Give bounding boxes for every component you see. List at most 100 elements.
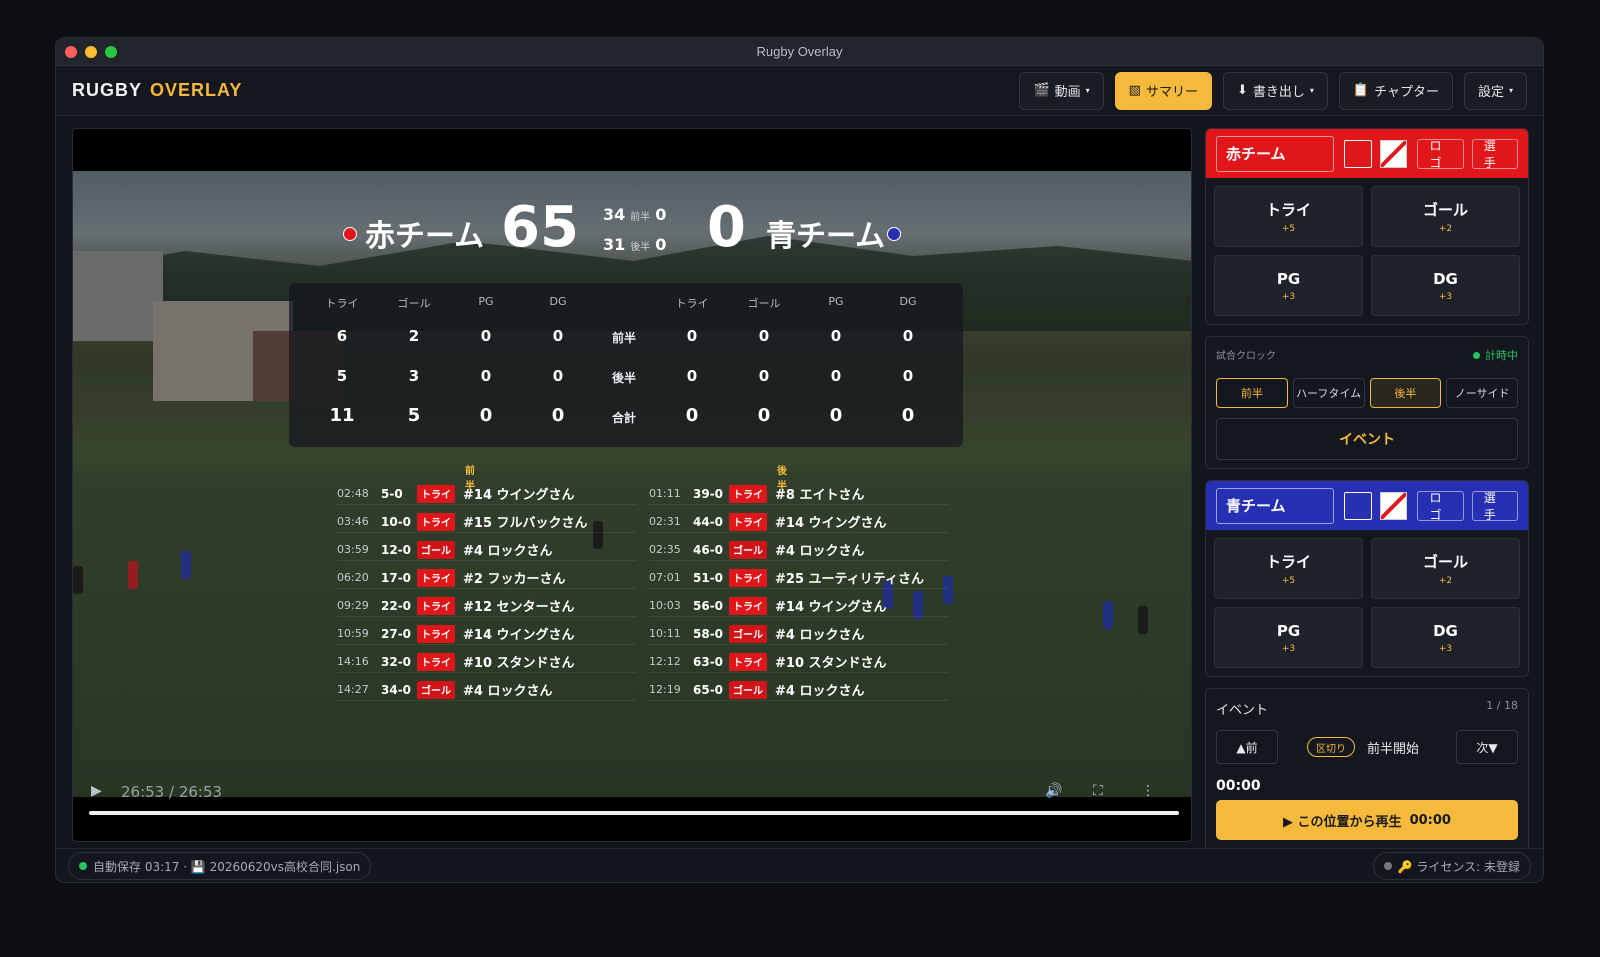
away-team-name-input[interactable]: 青チーム [1216,487,1334,524]
close-window-button[interactable] [65,46,77,58]
timeline-event[interactable]: 10:11 58-0 ゴール #4 ロックさん [649,623,949,645]
timeline-event-time: 06:20 [337,571,369,584]
away-score-button-0[interactable]: トライ +5 [1214,538,1363,599]
timeline-event-type: ゴール [417,680,455,699]
video-frame: 赤チーム 65 34 前半 0 31 後半 0 0 青チーム トライ トライ ゴール ゴール P… [73,171,1191,797]
timeline-event-time: 10:11 [649,627,681,640]
home-score-button-1[interactable]: ゴール +2 [1371,186,1520,247]
home-score: 65 [501,195,579,260]
stats-cell: 0 [758,327,770,345]
away-score-button-3[interactable]: DG +3 [1371,607,1520,668]
running-indicator-icon [1473,351,1480,359]
maximize-window-button[interactable] [105,46,117,58]
volume-icon[interactable]: 🔊 [1045,783,1062,799]
timeline-event-time: 07:01 [649,571,681,584]
timeline-event[interactable]: 10:03 56-0 トライ #14 ウイングさん [649,595,949,617]
video-player[interactable]: 赤チーム 65 34 前半 0 31 後半 0 0 青チーム トライ トライ ゴール ゴール P… [72,128,1192,842]
timeline-event-score: 58-0 [693,626,724,641]
home-logo-button[interactable]: ロゴ [1417,138,1464,170]
toolbar-label: 動画 [1054,85,1081,100]
clock-title: 試合クロック [1216,351,1276,362]
phase-button-0[interactable]: 前半 [1216,378,1288,408]
home-team-card: 赤チーム ロゴ 選手 トライ +5 ゴール +2 PG +3 DG +3 [1205,128,1529,325]
timeline-event[interactable]: 02:48 5-0 トライ #14 ウイングさん [337,483,637,505]
stats-cell: 5 [336,367,348,385]
home-team-name-input[interactable]: 赤チーム [1216,135,1334,172]
phase-button-1[interactable]: ハーフタイム [1292,378,1365,408]
minimize-window-button[interactable] [85,46,97,58]
score-button-points: +2 [1438,576,1453,586]
timeline-event[interactable]: 02:35 46-0 ゴール #4 ロックさん [649,539,949,561]
home-score-button-0[interactable]: トライ +5 [1214,186,1363,247]
home-score-button-3[interactable]: DG +3 [1371,255,1520,316]
license-status[interactable]: 🔑 ライセンス: 未登録 [1372,852,1531,880]
toolbar-icon: ▧ [1128,83,1141,98]
away-score-button-2[interactable]: PG +3 [1214,607,1363,668]
home-score-button-2[interactable]: PG +3 [1214,255,1363,316]
timeline-event[interactable]: 12:19 65-0 ゴール #4 ロックさん [649,679,949,701]
app-window: Rugby Overlay RUGBY OVERLAY 🎬 動画 ▾ ▧ サマリー ⬇ 書き出… [55,37,1544,883]
more-options-icon[interactable]: ⋮ [1141,783,1155,799]
timeline-event-time: 12:19 [649,683,681,696]
play-icon[interactable]: ▶ [91,783,102,799]
timeline-event[interactable]: 06:20 17-0 トライ #2 フッカーさん [337,567,637,589]
timeline-event[interactable]: 02:31 44-0 トライ #14 ウイングさん [649,511,949,533]
timeline-event[interactable]: 12:12 63-0 トライ #10 スタンドさん [649,651,949,673]
timeline-event[interactable]: 14:16 32-0 トライ #10 スタンドさん [337,651,637,673]
home-second-half-score: 31 後半 0 [603,235,667,254]
phase-button-2[interactable]: 後半 [1369,378,1442,408]
timeline-event[interactable]: 03:59 12-0 ゴール #4 ロックさん [337,539,637,561]
events-title: イベント [1216,703,1269,718]
timeline-event-name: #4 ロックさん [775,684,865,699]
toolbar-button-4[interactable]: 設定 ▾ [1463,71,1527,110]
score-button-label: ゴール [1422,201,1468,219]
play-from-here-button[interactable]: ▶ この位置から再生 00:00 [1216,800,1518,840]
event-button[interactable]: イベント [1216,418,1518,460]
timeline-event[interactable]: 03:46 10-0 トライ #15 フルバックさん [337,511,637,533]
away-team-name: 青チーム [766,219,886,254]
clock-status: 計時中 [1473,347,1518,363]
stats-cell: 0 [902,327,914,345]
phase-button-3[interactable]: ノーサイド [1446,378,1518,408]
fullscreen-icon[interactable]: ⛶ [1093,783,1103,799]
title-bar: Rugby Overlay [56,38,1543,66]
timeline-event[interactable]: 01:11 39-0 トライ #8 エイトさん [649,483,949,505]
timeline-event-type: トライ [417,596,455,615]
timeline-event[interactable]: 14:27 34-0 ゴール #4 ロックさん [337,679,637,701]
stats-cell: 0 [551,405,565,426]
toolbar-button-3[interactable]: 📋 チャプター [1338,71,1453,110]
toolbar-button-1[interactable]: ▧ サマリー [1114,71,1212,110]
away-score-button-1[interactable]: ゴール +2 [1371,538,1520,599]
timeline-event-name: #14 ウイングさん [463,628,575,643]
away-logo-button[interactable]: ロゴ [1417,490,1464,522]
stats-cell: 2 [408,327,420,345]
toolbar-button-0[interactable]: 🎬 動画 ▾ [1019,71,1104,110]
away-players-button[interactable]: 選手 [1471,490,1519,522]
next-event-button[interactable]: 次▼ [1456,730,1518,764]
prev-event-button[interactable]: ▲前 [1216,730,1278,764]
stats-cell: 0 [686,367,698,385]
app-logo: RUGBY OVERLAY [72,80,242,101]
timeline-event[interactable]: 07:01 51-0 トライ #25 ユーティリティさん [649,567,949,589]
away-no-logo-icon[interactable] [1379,491,1408,520]
timeline-event[interactable]: 10:59 27-0 トライ #14 ウイングさん [337,623,637,645]
toolbar-icon: ⬇ [1236,83,1248,98]
timeline-event-name: #4 ロックさん [775,628,865,643]
toolbar-button-2[interactable]: ⬇ 書き出し ▾ [1222,71,1328,110]
home-no-logo-icon[interactable] [1379,139,1408,168]
score-button-points: +3 [1438,291,1453,302]
video-progress-bar[interactable] [89,811,1179,815]
timeline-event-time: 02:31 [649,515,681,528]
stats-cell: 0 [479,405,493,426]
stats-header: ゴール [747,297,781,310]
timeline-event-name: #14 ウイングさん [775,516,887,531]
home-players-button[interactable]: 選手 [1471,138,1519,170]
away-color-swatch[interactable] [1343,491,1372,520]
timeline-event[interactable]: 09:29 22-0 トライ #12 センターさん [337,595,637,617]
home-score-buttons: トライ +5 ゴール +2 PG +3 DG +3 [1206,178,1528,324]
toolbar-label: サマリー [1145,85,1198,100]
timeline-event-type: トライ [417,568,455,587]
home-color-swatch[interactable] [1343,139,1372,168]
timeline-event-type: ゴール [729,624,767,643]
stats-cell: 0 [552,367,564,385]
